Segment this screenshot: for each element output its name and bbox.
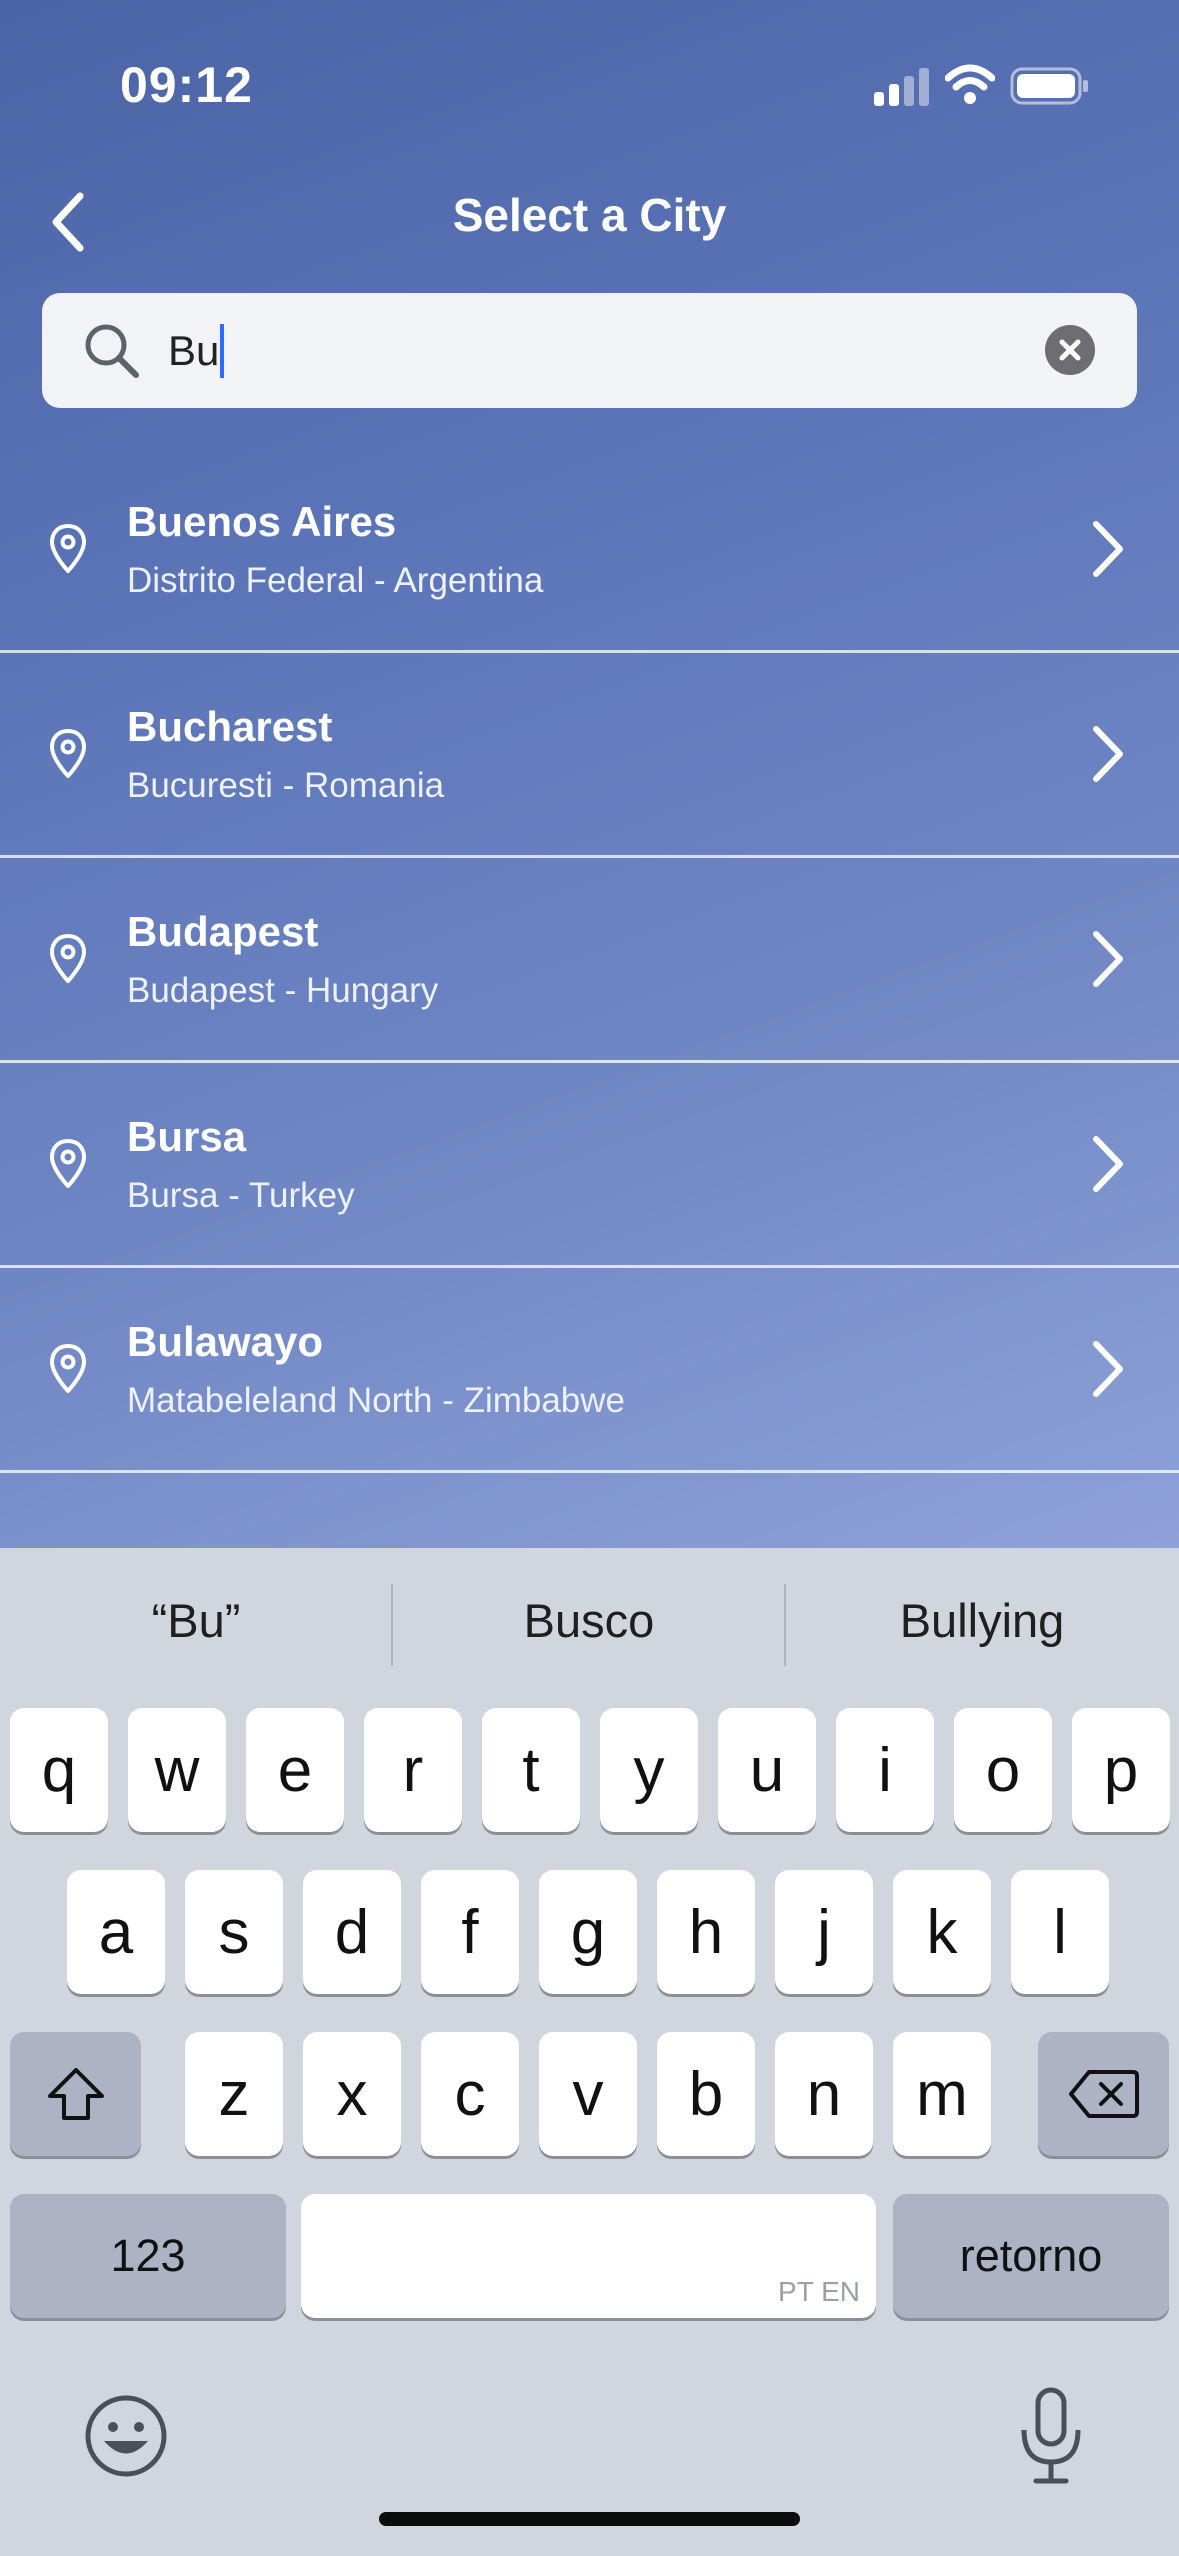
- key-f[interactable]: f: [421, 1870, 519, 1994]
- key-i[interactable]: i: [836, 1708, 934, 1832]
- emoji-icon: [85, 2395, 167, 2477]
- status-bar: 09:12: [0, 0, 1179, 170]
- key-v[interactable]: v: [539, 2032, 637, 2156]
- space-language-label: PT EN: [778, 2276, 860, 2307]
- key-b[interactable]: b: [657, 2032, 755, 2156]
- key-y[interactable]: y: [600, 1708, 698, 1832]
- key-p[interactable]: p: [1072, 1708, 1170, 1832]
- city-result-row[interactable]: Buenos Aires Distrito Federal - Argentina: [0, 448, 1179, 653]
- clear-x-icon: [1059, 339, 1081, 361]
- key-o[interactable]: o: [954, 1708, 1052, 1832]
- text-caret: [220, 324, 225, 378]
- key-l[interactable]: l: [1011, 1870, 1109, 1994]
- key-n[interactable]: n: [775, 2032, 873, 2156]
- key-e[interactable]: e: [246, 1708, 344, 1832]
- keyboard: “Bu” Busco Bullying qwertyuiop asdfghjkl z…: [0, 1548, 1179, 2556]
- key-t[interactable]: t: [482, 1708, 580, 1832]
- search-icon: [85, 324, 139, 378]
- shift-key[interactable]: [10, 2032, 141, 2156]
- key-q[interactable]: q: [10, 1708, 108, 1832]
- chevron-right-icon: [1093, 931, 1123, 987]
- battery-icon: [1010, 67, 1088, 105]
- city-name: Buenos Aires: [127, 498, 397, 545]
- city-region: Distrito Federal - Argentina: [127, 561, 544, 600]
- wifi-icon: [945, 64, 995, 104]
- emoji-button[interactable]: [84, 2394, 168, 2478]
- microphone-icon: [1021, 2387, 1081, 2484]
- suggestion-3[interactable]: Bullying: [786, 1593, 1178, 1648]
- city-result-row[interactable]: Budapest Budapest - Hungary: [0, 858, 1179, 1063]
- chevron-right-icon: [1093, 1136, 1123, 1192]
- space-key[interactable]: PT EN: [301, 2194, 876, 2318]
- page-title: Select a City: [452, 189, 727, 241]
- key-a[interactable]: a: [67, 1870, 165, 1994]
- search-input-text: Bu: [168, 327, 220, 374]
- city-name: Bucharest: [127, 703, 333, 750]
- navigation-bar: Select a City: [0, 170, 1179, 290]
- location-pin-icon: [50, 524, 86, 573]
- key-w[interactable]: w: [128, 1708, 226, 1832]
- key-h[interactable]: h: [657, 1870, 755, 1994]
- backspace-key[interactable]: [1038, 2032, 1169, 2156]
- city-region: Bucuresti - Romania: [127, 766, 445, 805]
- location-pin-icon: [50, 1344, 86, 1393]
- key-c[interactable]: c: [421, 2032, 519, 2156]
- chevron-right-icon: [1093, 1341, 1123, 1397]
- suggestion-2[interactable]: Busco: [393, 1593, 785, 1648]
- key-s[interactable]: s: [185, 1870, 283, 1994]
- chevron-right-icon: [1093, 521, 1123, 577]
- key-j[interactable]: j: [775, 1870, 873, 1994]
- key-z[interactable]: z: [185, 2032, 283, 2156]
- key-k[interactable]: k: [893, 1870, 991, 1994]
- key-u[interactable]: u: [718, 1708, 816, 1832]
- shift-arrow-icon: [47, 2068, 104, 2120]
- status-time: 09:12: [120, 57, 253, 113]
- cellular-signal-icon: [872, 66, 932, 106]
- city-region: Bursa - Turkey: [127, 1176, 355, 1215]
- key-d[interactable]: d: [303, 1870, 401, 1994]
- city-region: Budapest - Hungary: [127, 971, 439, 1010]
- key-m[interactable]: m: [893, 2032, 991, 2156]
- location-pin-icon: [50, 1139, 86, 1188]
- city-region: Matabeleland North - Zimbabwe: [127, 1381, 626, 1420]
- city-result-row[interactable]: Bulawayo Matabeleland North - Zimbabwe: [0, 1268, 1179, 1473]
- numbers-key[interactable]: 123: [10, 2194, 286, 2318]
- chevron-right-icon: [1093, 726, 1123, 782]
- clear-search-button[interactable]: [1045, 325, 1095, 375]
- key-r[interactable]: r: [364, 1708, 462, 1832]
- location-pin-icon: [50, 729, 86, 778]
- city-name: Budapest: [127, 908, 319, 955]
- keyboard-suggestions-bar: “Bu” Busco Bullying: [0, 1548, 1179, 1703]
- city-results-list: Buenos Aires Distrito Federal - Argentina…: [0, 448, 1179, 1473]
- search-input[interactable]: Bu: [168, 323, 225, 379]
- city-result-row[interactable]: Bucharest Bucuresti - Romania: [0, 653, 1179, 858]
- backspace-icon: [1068, 2070, 1139, 2118]
- city-result-row[interactable]: Bursa Bursa - Turkey: [0, 1063, 1179, 1268]
- key-g[interactable]: g: [539, 1870, 637, 1994]
- location-pin-icon: [50, 934, 86, 983]
- dictation-button[interactable]: [1016, 2386, 1086, 2486]
- city-name: Bulawayo: [127, 1318, 324, 1365]
- return-key[interactable]: retorno: [893, 2194, 1169, 2318]
- suggestion-1[interactable]: “Bu”: [0, 1593, 392, 1648]
- search-field[interactable]: Bu: [42, 293, 1137, 408]
- city-name: Bursa: [127, 1113, 247, 1160]
- key-x[interactable]: x: [303, 2032, 401, 2156]
- home-indicator[interactable]: [379, 2512, 800, 2526]
